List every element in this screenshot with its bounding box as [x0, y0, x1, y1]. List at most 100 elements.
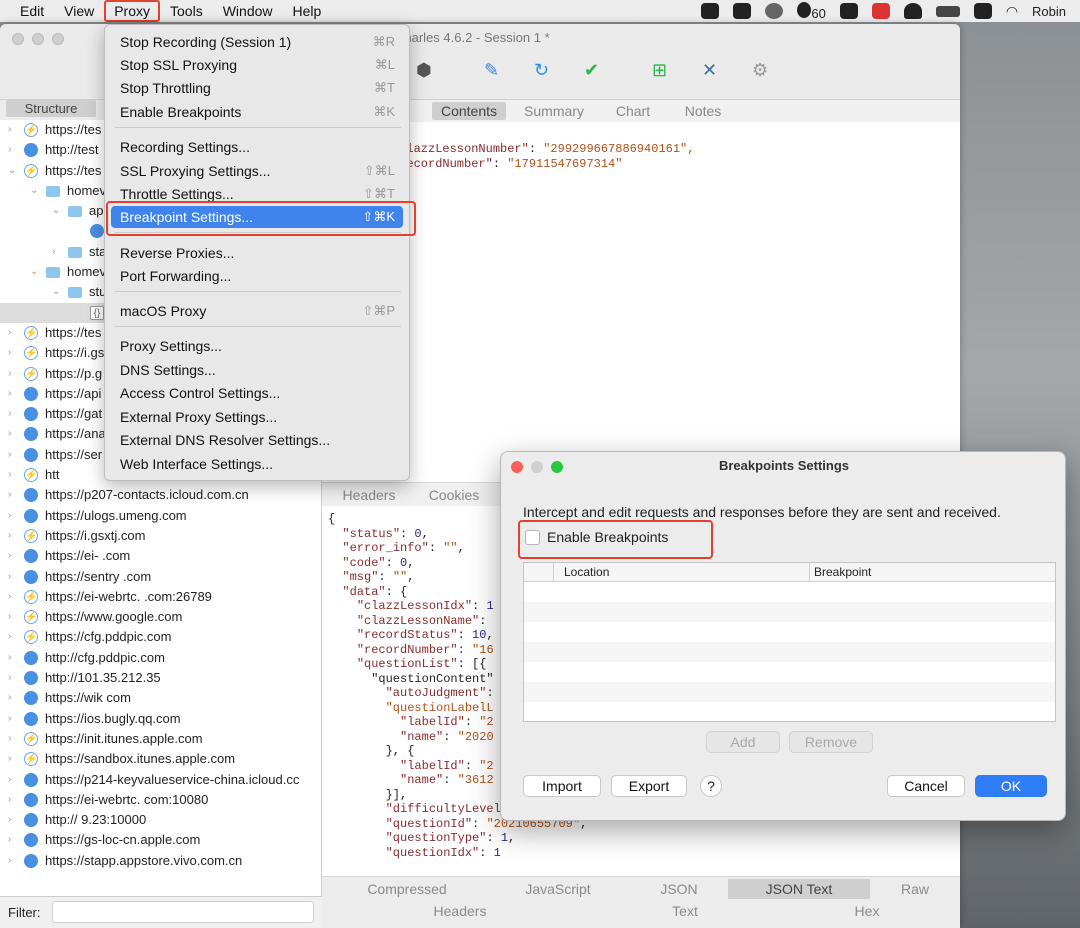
menu-window[interactable]: Window: [213, 0, 283, 22]
menu-view[interactable]: View: [54, 0, 104, 22]
tree-row[interactable]: › https://ios.bugly.qq.com: [0, 709, 322, 729]
stop-icon[interactable]: ⬢: [416, 60, 432, 81]
tab-json[interactable]: JSON: [642, 879, 716, 899]
tree-row[interactable]: › ⚡ https://sandbox.itunes.apple.com: [0, 749, 322, 769]
chevron-right-icon[interactable]: ›: [8, 323, 18, 343]
du-icon[interactable]: [973, 3, 992, 19]
tree-row[interactable]: › ⚡ https://cfg.pddpic.com: [0, 627, 322, 647]
chevron-right-icon[interactable]: ›: [8, 790, 18, 810]
minimize-window-button[interactable]: [32, 33, 44, 45]
chevron-right-icon[interactable]: ›: [8, 709, 18, 729]
chevron-right-icon[interactable]: ›: [8, 627, 18, 647]
menu-item-stop-recording-session-1[interactable]: Stop Recording (Session 1) ⌘R: [111, 31, 403, 53]
hat-icon[interactable]: [903, 3, 922, 19]
tree-row[interactable]: › ⚡ https://ei-webrtc. .com:26789: [0, 587, 322, 607]
menu-item-ssl-proxying-settings[interactable]: SSL Proxying Settings... ⇧⌘L: [111, 160, 403, 182]
chevron-right-icon[interactable]: ›: [8, 485, 18, 505]
add-button[interactable]: Add: [706, 731, 780, 753]
chevron-right-icon[interactable]: ›: [8, 810, 18, 830]
close-window-button[interactable]: [12, 33, 24, 45]
tree-row[interactable]: › https://ei- .com: [0, 546, 322, 566]
tree-row[interactable]: › https://stapp.appstore.vivo.com.cn: [0, 851, 322, 871]
tree-row[interactable]: › http:// 9.23:10000: [0, 810, 322, 830]
globe-status-icon[interactable]: [765, 3, 784, 19]
tree-row[interactable]: › https://ulogs.umeng.com: [0, 506, 322, 526]
menu-item-stop-throttling[interactable]: Stop Throttling ⌘T: [111, 77, 403, 99]
chevron-right-icon[interactable]: ›: [8, 506, 18, 526]
tab-notes[interactable]: Notes: [674, 102, 732, 120]
tab-summary[interactable]: Summary: [518, 102, 590, 120]
chevron-right-icon[interactable]: ›: [8, 567, 18, 587]
chevron-right-icon[interactable]: ›: [52, 242, 62, 262]
chevron-right-icon[interactable]: ›: [8, 343, 18, 363]
battery-icon[interactable]: [935, 5, 960, 17]
tree-row[interactable]: › https://sentry .com: [0, 567, 322, 587]
tab-cookies[interactable]: Cookies: [422, 486, 486, 504]
menu-proxy[interactable]: Proxy: [104, 0, 161, 22]
tree-row[interactable]: › https://ei-webrtc. com:10080: [0, 790, 322, 810]
app-red-icon[interactable]: [871, 3, 890, 19]
menu-tools[interactable]: Tools: [160, 0, 213, 22]
app-status-icon[interactable]: [701, 3, 720, 19]
import-button[interactable]: Import: [523, 775, 601, 797]
chevron-down-icon[interactable]: ⌄: [30, 262, 40, 282]
chevron-right-icon[interactable]: ›: [8, 364, 18, 384]
tab-contents[interactable]: Contents: [432, 102, 506, 120]
menu-item-stop-ssl-proxying[interactable]: Stop SSL Proxying ⌘L: [111, 54, 403, 76]
help-button[interactable]: ?: [700, 775, 722, 797]
tree-row[interactable]: › ⚡ https://init.itunes.apple.com: [0, 729, 322, 749]
wifi-icon[interactable]: ◠: [1006, 3, 1018, 20]
menu-item-access-control-settings[interactable]: Access Control Settings...: [111, 382, 403, 404]
tab-chart[interactable]: Chart: [606, 102, 660, 120]
tab-hex[interactable]: Hex: [832, 901, 902, 921]
tree-row[interactable]: › https://p214-keyvalueservice-china.iclo…: [0, 770, 322, 790]
menu-item-port-forwarding[interactable]: Port Forwarding...: [111, 265, 403, 287]
tree-row[interactable]: › http://cfg.pddpic.com: [0, 648, 322, 668]
export-button[interactable]: Export: [611, 775, 687, 797]
chevron-right-icon[interactable]: ›: [8, 526, 18, 546]
settings-icon[interactable]: ⚙: [752, 60, 768, 81]
tab-javascript[interactable]: JavaScript: [508, 879, 608, 899]
tree-row[interactable]: › https://p207-contacts.icloud.com.cn: [0, 485, 322, 505]
request-body-view[interactable]: "clazzLessonNumber": "299299667886940161…: [322, 122, 960, 482]
column-location[interactable]: Location: [564, 563, 609, 582]
chevron-right-icon[interactable]: ›: [8, 384, 18, 404]
menu-item-proxy-settings[interactable]: Proxy Settings...: [111, 335, 403, 357]
remove-button[interactable]: Remove: [789, 731, 873, 753]
chevron-down-icon[interactable]: ⌄: [52, 282, 62, 302]
tree-row[interactable]: › ⚡ https://i.gsxtj.com: [0, 526, 322, 546]
tab-json-text[interactable]: JSON Text: [728, 879, 870, 899]
chevron-right-icon[interactable]: ›: [8, 546, 18, 566]
chevron-right-icon[interactable]: ›: [8, 587, 18, 607]
menu-help[interactable]: Help: [283, 0, 332, 22]
menu-item-enable-breakpoints[interactable]: Enable Breakpoints ⌘K: [111, 101, 403, 123]
chevron-right-icon[interactable]: ›: [8, 688, 18, 708]
cancel-button[interactable]: Cancel: [887, 775, 965, 797]
menu-item-reverse-proxies[interactable]: Reverse Proxies...: [111, 242, 403, 264]
menu-item-external-proxy-settings[interactable]: External Proxy Settings...: [111, 406, 403, 428]
chevron-right-icon[interactable]: ›: [8, 140, 18, 160]
tab-compressed[interactable]: Compressed: [352, 879, 462, 899]
chevron-right-icon[interactable]: ›: [8, 830, 18, 850]
chevron-right-icon[interactable]: ›: [8, 668, 18, 688]
chevron-down-icon[interactable]: ⌄: [52, 201, 62, 221]
tree-row[interactable]: › http://101.35.212.35: [0, 668, 322, 688]
chevron-right-icon[interactable]: ›: [8, 729, 18, 749]
tab-text[interactable]: Text: [652, 901, 718, 921]
chevron-down-icon[interactable]: ⌄: [30, 181, 40, 201]
wechat-icon[interactable]: [839, 3, 858, 19]
pen-icon[interactable]: ✎: [484, 60, 499, 81]
menu-item-recording-settings[interactable]: Recording Settings...: [111, 136, 403, 158]
menu-item-macos-proxy[interactable]: macOS Proxy ⇧⌘P: [111, 300, 403, 322]
tab-headers-bottom[interactable]: Headers: [412, 901, 508, 921]
menu-edit[interactable]: Edit: [10, 0, 54, 22]
chevron-right-icon[interactable]: ›: [8, 465, 18, 485]
tools-icon[interactable]: ✕: [702, 60, 717, 81]
tab-raw[interactable]: Raw: [882, 879, 948, 899]
chevron-right-icon[interactable]: ›: [8, 648, 18, 668]
chevron-right-icon[interactable]: ›: [8, 749, 18, 769]
tree-row[interactable]: › https://gs-loc-cn.apple.com: [0, 830, 322, 850]
timer-status[interactable]: 60: [797, 1, 826, 21]
menu-item-dns-settings[interactable]: DNS Settings...: [111, 359, 403, 381]
menu-item-external-dns-resolver-settings[interactable]: External DNS Resolver Settings...: [111, 429, 403, 451]
